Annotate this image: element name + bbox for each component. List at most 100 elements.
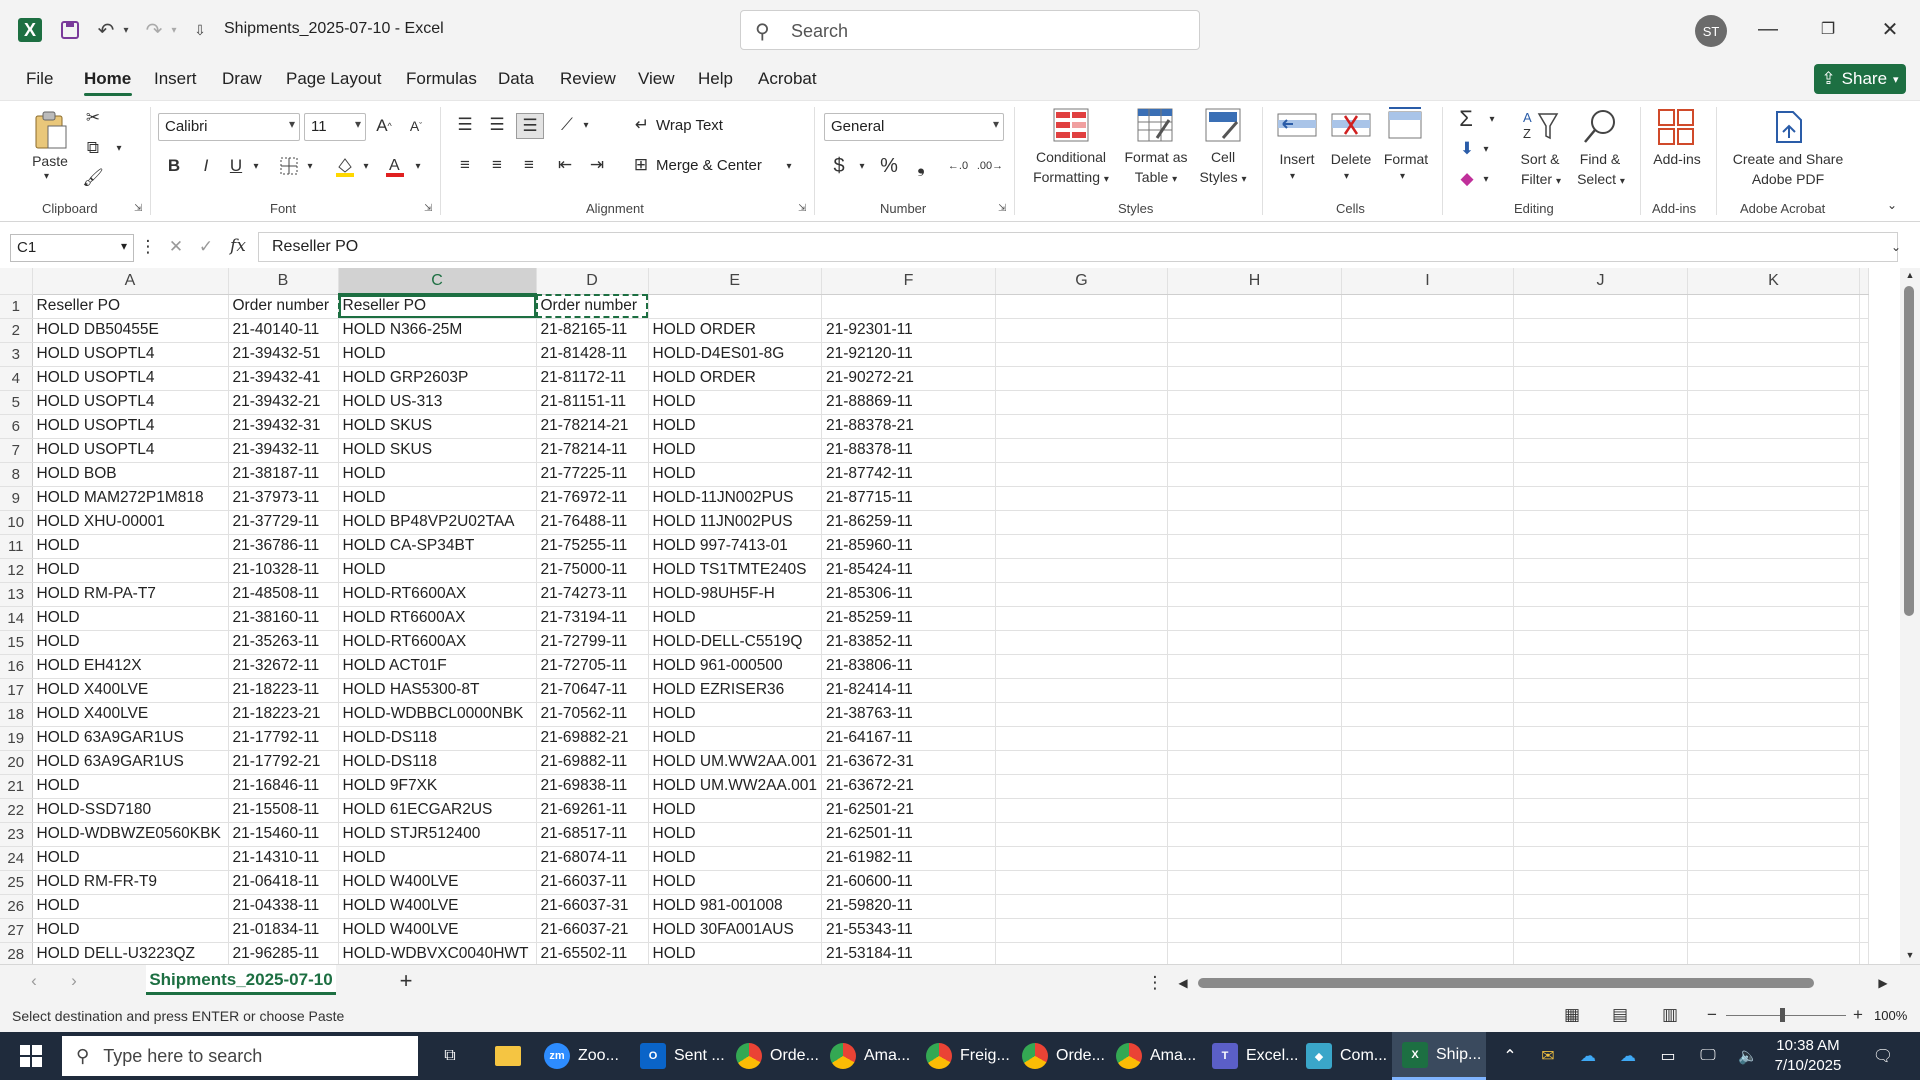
cell-k20[interactable] — [1687, 750, 1861, 775]
row-header[interactable]: 8 — [0, 462, 33, 487]
increase-font-icon[interactable]: A ^ — [372, 113, 396, 139]
cell-a14[interactable]: HOLD — [32, 606, 229, 631]
cell-g2[interactable] — [995, 318, 1169, 343]
cell-e10[interactable]: HOLD 11JN002PUS — [648, 510, 823, 535]
cell-k1[interactable] — [1687, 294, 1861, 319]
cell-d10[interactable]: 21-76488-11 — [536, 510, 649, 535]
cell-h4[interactable] — [1167, 366, 1343, 391]
search-input[interactable]: ⚲ Search — [740, 10, 1200, 50]
zoom-slider-track[interactable] — [1726, 1015, 1846, 1016]
cell-d8[interactable]: 21-77225-11 — [536, 462, 649, 487]
clock[interactable]: 10:38 AM 7/10/2025 — [1760, 1036, 1856, 1076]
network-icon[interactable]: 🖵 — [1696, 1032, 1720, 1080]
cell-c24[interactable]: HOLD — [338, 846, 537, 871]
clear-dropdown-icon[interactable]: ▾ — [1480, 171, 1492, 187]
cell-k10[interactable] — [1687, 510, 1861, 535]
cell-c22[interactable]: HOLD 61ECGAR2US — [338, 798, 537, 823]
tab-page-layout[interactable]: Page Layout — [286, 69, 381, 89]
currency-icon[interactable]: $ — [828, 153, 850, 179]
cell-j18[interactable] — [1513, 702, 1689, 727]
cell-a11[interactable]: HOLD — [32, 534, 229, 559]
row-header[interactable]: 26 — [0, 894, 33, 919]
cell-b3[interactable]: 21-39432-51 — [228, 342, 339, 367]
close-icon[interactable]: ✕ — [1870, 14, 1910, 44]
cell-a9[interactable]: HOLD MAM272P1M818 — [32, 486, 229, 511]
collapse-ribbon-icon[interactable]: ⌄ — [1884, 197, 1900, 213]
fill-color-dropdown-icon[interactable]: ▾ — [360, 157, 372, 175]
cell-j9[interactable] — [1513, 486, 1689, 511]
cell-i9[interactable] — [1341, 486, 1515, 511]
cell-d16[interactable]: 21-72705-11 — [536, 654, 649, 679]
cell-e3[interactable]: HOLD-D4ES01-8G — [648, 342, 823, 367]
cell-i12[interactable] — [1341, 558, 1515, 583]
cell-b11[interactable]: 21-36786-11 — [228, 534, 339, 559]
cell-f19[interactable]: 21-64167-11 — [821, 726, 997, 751]
cell-f13[interactable]: 21-85306-11 — [821, 582, 997, 607]
cell-f24[interactable]: 21-61982-11 — [821, 846, 997, 871]
cell-b8[interactable]: 21-38187-11 — [228, 462, 339, 487]
decrease-font-icon[interactable]: Aˇ — [404, 113, 428, 139]
cell-k7[interactable] — [1687, 438, 1861, 463]
cell-a23[interactable]: HOLD-WDBWZE0560KBK — [32, 822, 229, 847]
cell-d5[interactable]: 21-81151-11 — [536, 390, 649, 415]
align-right-icon[interactable]: ≡ — [516, 153, 542, 177]
cell-g19[interactable] — [995, 726, 1169, 751]
tray-overflow-icon[interactable]: ⌃ — [1500, 1032, 1520, 1080]
font-size-select[interactable]: 11 ▾ — [304, 113, 366, 141]
cell-h23[interactable] — [1167, 822, 1343, 847]
row-header[interactable]: 1 — [0, 294, 33, 319]
increase-indent-icon[interactable]: ⇥ — [584, 153, 610, 177]
comma-style-icon[interactable]: ❟ — [910, 153, 932, 179]
tab-view[interactable]: View — [638, 69, 675, 89]
clear-icon[interactable]: ◆ — [1454, 167, 1480, 191]
cell-f3[interactable]: 21-92120-11 — [821, 342, 997, 367]
font-color-icon[interactable]: A — [382, 153, 408, 179]
cell-i24[interactable] — [1341, 846, 1515, 871]
cell-a15[interactable]: HOLD — [32, 630, 229, 655]
taskbar-app-com[interactable]: ◆ Com... — [1306, 1032, 1387, 1080]
cell-f7[interactable]: 21-88378-11 — [821, 438, 997, 463]
cell-g24[interactable] — [995, 846, 1169, 871]
taskbar-app-zoom[interactable]: zm Zoo... — [544, 1032, 619, 1080]
zoom-level[interactable]: 100% — [1874, 1008, 1907, 1023]
row-header[interactable]: 15 — [0, 630, 33, 655]
cell-a5[interactable]: HOLD USOPTL4 — [32, 390, 229, 415]
cell-e7[interactable]: HOLD — [648, 438, 823, 463]
autosum-dropdown-icon[interactable]: ▾ — [1486, 111, 1498, 127]
cell-g7[interactable] — [995, 438, 1169, 463]
cell-f9[interactable]: 21-87715-11 — [821, 486, 997, 511]
cell-c13[interactable]: HOLD-RT6600AX — [338, 582, 537, 607]
cell-h20[interactable] — [1167, 750, 1343, 775]
cell-k5[interactable] — [1687, 390, 1861, 415]
cell-j22[interactable] — [1513, 798, 1689, 823]
cell-d28[interactable]: 21-65502-11 — [536, 942, 649, 964]
find-select-label-1[interactable]: Find & — [1570, 151, 1630, 167]
cell-b17[interactable]: 21-18223-11 — [228, 678, 339, 703]
cell-i27[interactable] — [1341, 918, 1515, 943]
cell-d2[interactable]: 21-82165-11 — [536, 318, 649, 343]
paste-button[interactable]: Paste — [28, 153, 72, 169]
cell-k8[interactable] — [1687, 462, 1861, 487]
cell-k21[interactable] — [1687, 774, 1861, 799]
number-format-select[interactable]: General ▾ — [824, 113, 1004, 141]
cell-a27[interactable]: HOLD — [32, 918, 229, 943]
cell-k25[interactable] — [1687, 870, 1861, 895]
cell-i21[interactable] — [1341, 774, 1515, 799]
customize-toolbar-icon[interactable]: ⇩ — [186, 16, 214, 44]
cell-c26[interactable]: HOLD W400LVE — [338, 894, 537, 919]
cell-h17[interactable] — [1167, 678, 1343, 703]
insert-cells-icon[interactable] — [1276, 107, 1318, 143]
cell-b1[interactable]: Order number — [228, 294, 339, 319]
cell-k16[interactable] — [1687, 654, 1861, 679]
cell-k14[interactable] — [1687, 606, 1861, 631]
tab-help[interactable]: Help — [698, 69, 733, 89]
taskbar-search[interactable]: ⚲ Type here to search — [62, 1036, 418, 1076]
onedrive-business-icon[interactable]: ☁ — [1616, 1032, 1640, 1080]
minimize-icon[interactable]: — — [1748, 14, 1788, 44]
cell-d7[interactable]: 21-78214-11 — [536, 438, 649, 463]
cell-c23[interactable]: HOLD STJR512400 — [338, 822, 537, 847]
cell-k22[interactable] — [1687, 798, 1861, 823]
cell-d21[interactable]: 21-69838-11 — [536, 774, 649, 799]
cell-c16[interactable]: HOLD ACT01F — [338, 654, 537, 679]
cell-a17[interactable]: HOLD X400LVE — [32, 678, 229, 703]
